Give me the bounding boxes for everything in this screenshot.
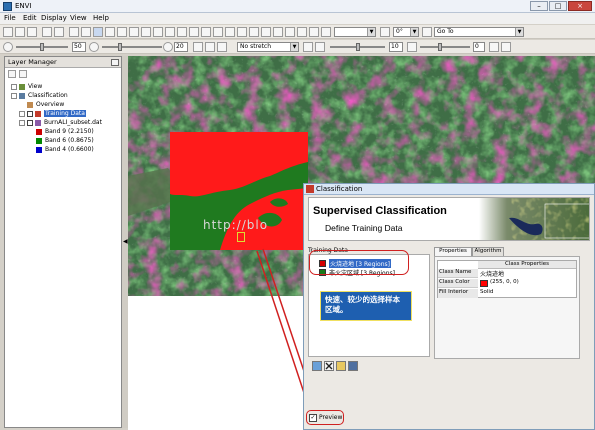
add-class-icon[interactable] xyxy=(312,361,322,371)
tab-properties[interactable]: Properties xyxy=(434,247,472,256)
dialog-app-icon xyxy=(306,185,314,193)
properties-pane: Class Properties Class Name 火烧迹地 Class C… xyxy=(434,256,580,359)
x-mark-icon xyxy=(325,362,333,370)
props-header: Class Properties xyxy=(478,261,576,269)
classification-dialog: Classification Supervised Classification… xyxy=(303,183,595,430)
delete-class-icon[interactable] xyxy=(324,361,334,371)
dialog-banner: Supervised Classification Define Trainin… xyxy=(308,197,590,241)
class-list-highlight xyxy=(309,250,409,275)
prop-key-color: Class Color xyxy=(438,279,478,288)
save-roi-icon[interactable] xyxy=(348,361,358,371)
open-roi-icon[interactable] xyxy=(336,361,346,371)
dialog-title-bar: Classification xyxy=(304,184,594,195)
banner-subtitle: Define Training Data xyxy=(325,223,403,233)
prop-key-name: Class Name xyxy=(438,269,478,278)
prop-value-fill[interactable]: Solid xyxy=(480,289,493,295)
dialog-title: Classification xyxy=(316,185,363,193)
prop-key-fill: Fill Interior xyxy=(438,289,478,298)
prop-value-color[interactable]: (255, 0, 0) xyxy=(490,279,519,285)
preview-highlight xyxy=(306,410,344,425)
prop-value-name[interactable]: 火烧迹地 xyxy=(480,269,504,278)
annotation-callout: 快速、较少的选择样本区域。 xyxy=(320,291,412,321)
banner-map-image xyxy=(479,198,589,240)
banner-title: Supervised Classification xyxy=(313,205,447,217)
tab-algorithm[interactable]: Algorithm xyxy=(472,247,504,256)
prop-color-swatch[interactable] xyxy=(480,280,488,287)
properties-table: Class Properties Class Name 火烧迹地 Class C… xyxy=(437,260,577,298)
